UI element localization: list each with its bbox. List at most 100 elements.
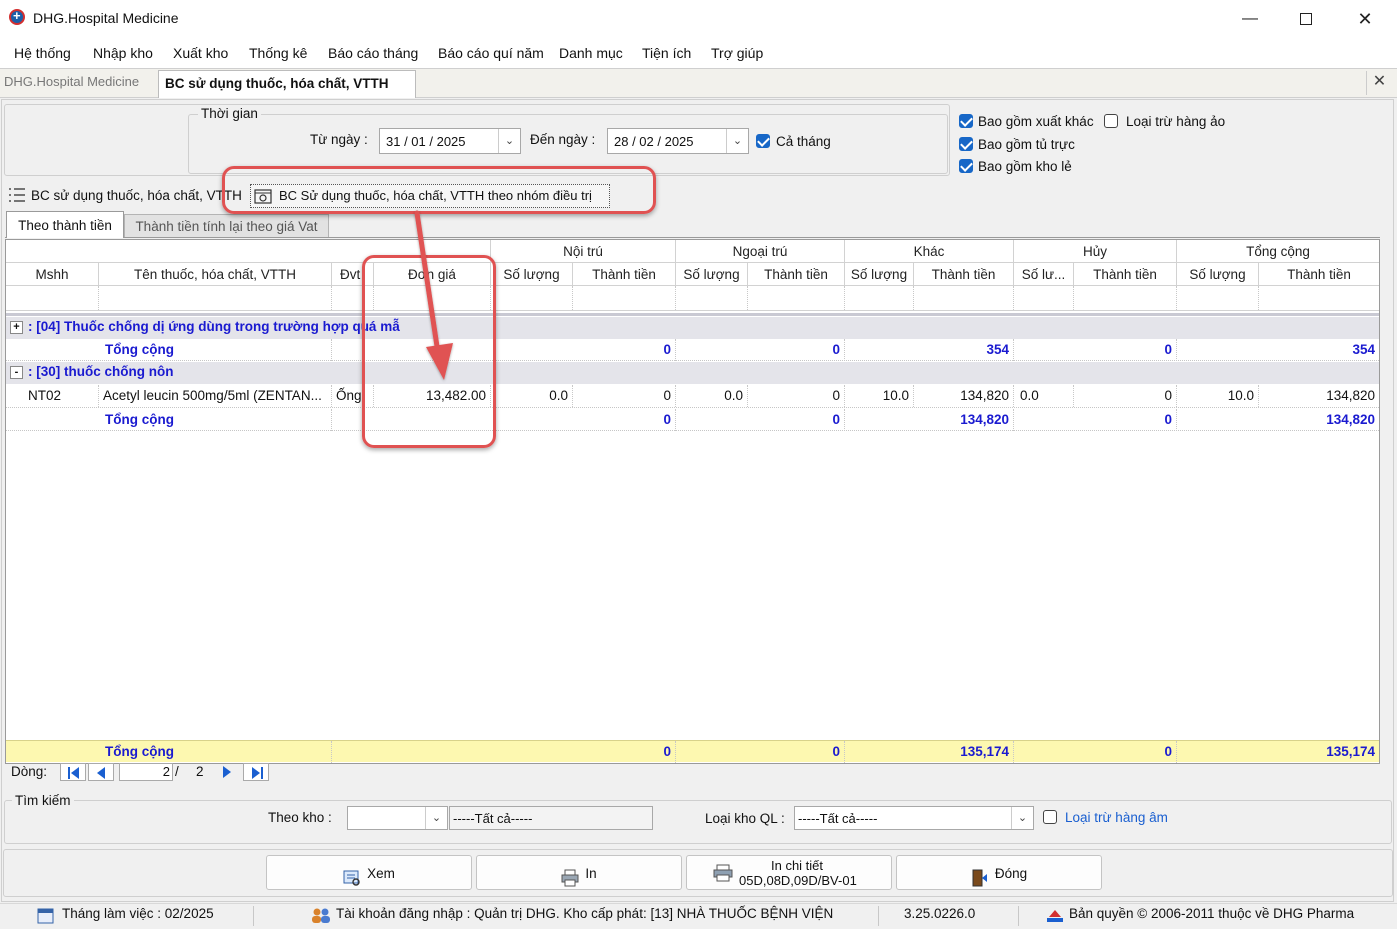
column-header-outpatient-qty[interactable]: Số lượng	[676, 263, 748, 286]
view-button-label: Xem	[367, 866, 395, 881]
chevron-down-icon[interactable]: ⌄	[1011, 807, 1033, 829]
company-logo-icon	[1046, 908, 1064, 924]
column-header-other-amount[interactable]: Thành tiền	[914, 263, 1014, 286]
chevron-down-icon[interactable]: ⌄	[726, 129, 748, 153]
from-date-label: Từ ngày :	[310, 132, 368, 147]
status-separator	[878, 906, 879, 926]
include-other-export-checkbox[interactable]	[959, 114, 973, 128]
next-page-icon[interactable]	[214, 763, 238, 781]
chevron-down-icon[interactable]: ⌄	[425, 807, 447, 829]
tab-by-amount[interactable]: Theo thành tiền	[6, 211, 124, 238]
column-header-code[interactable]: Mshh	[6, 263, 99, 286]
store-type-value: -----Tất cả-----	[798, 811, 878, 826]
calendar-icon	[37, 907, 55, 924]
view-report-icon	[343, 865, 361, 887]
print-detail-button[interactable]: In chi tiết 05D,08D,09D/BV-01	[686, 855, 892, 890]
column-header-outpatient-amount[interactable]: Thành tiền	[748, 263, 845, 286]
store-type-combo[interactable]: -----Tất cả----- ⌄	[794, 806, 1034, 830]
search-panel	[4, 800, 1392, 844]
collapse-icon[interactable]: -	[10, 366, 23, 379]
table-row[interactable]: NT02 Acetyl leucin 500mg/5ml (ZENTAN... …	[6, 385, 1379, 408]
pager-separator: /	[175, 764, 179, 779]
include-other-export-label: Bao gồm xuất khác	[978, 114, 1094, 129]
from-date-picker[interactable]: 31 / 01 / 2025 ⌄	[379, 128, 521, 154]
cell-other-amount: 134,820	[914, 385, 1014, 407]
cell-outpatient-amount: 0	[748, 385, 845, 407]
print-button[interactable]: In	[476, 855, 682, 890]
footer-other-amount: 135,174	[914, 741, 1014, 763]
close-window-button[interactable]: ✕	[1345, 6, 1385, 32]
pager-total: 2	[196, 764, 204, 779]
column-header-total-amount[interactable]: Thành tiền	[1259, 263, 1379, 286]
window-title: DHG.Hospital Medicine	[33, 10, 179, 26]
menu-item-system[interactable]: Hệ thống	[14, 45, 71, 61]
exclude-virtual-label: Loại trừ hàng ảo	[1126, 114, 1226, 129]
view-button[interactable]: Xem	[266, 855, 472, 890]
store-name-field: -----Tất cả-----	[449, 806, 653, 830]
chevron-down-icon[interactable]: ⌄	[498, 129, 520, 153]
footer-total-amount: 135,174	[1326, 744, 1375, 759]
column-header-cancel-qty[interactable]: Số lư...	[1014, 263, 1074, 286]
subtotal-cancel-amount: 0	[1074, 409, 1177, 431]
maximize-button[interactable]	[1286, 6, 1326, 32]
close-tab-icon[interactable]: ✕	[1366, 71, 1392, 95]
menu-item-catalog[interactable]: Danh mục	[559, 45, 623, 61]
version: 3.25.0226.0	[904, 906, 976, 921]
close-button[interactable]: Đóng	[896, 855, 1102, 890]
tab-underline	[5, 237, 1380, 238]
column-header-inpatient-qty[interactable]: Số lượng	[491, 263, 573, 286]
tab-report-active[interactable]: BC sử dụng thuốc, hóa chất, VTTH	[158, 70, 416, 98]
menu-item-import[interactable]: Nhập kho	[93, 45, 153, 61]
to-date-label: Đến ngày :	[530, 132, 596, 147]
column-header-total-qty[interactable]: Số lượng	[1177, 263, 1259, 286]
band-header-outpatient: Ngoại trú	[676, 240, 845, 263]
whole-month-checkbox[interactable]	[756, 134, 770, 148]
cell-cancel-qty: 0.0	[1014, 385, 1074, 407]
menu-item-monthly-report[interactable]: Báo cáo tháng	[328, 45, 418, 61]
menu-item-quarterly-report[interactable]: Báo cáo quí năm	[438, 45, 544, 61]
menu-item-statistics[interactable]: Thống kê	[249, 45, 307, 61]
printer-icon	[561, 865, 579, 887]
status-separator	[253, 906, 254, 926]
filter-row[interactable]	[6, 286, 1379, 311]
account-info: Tài khoản đăng nhập : Quản trị DHG. Kho …	[336, 906, 834, 921]
menu-item-utilities[interactable]: Tiện ích	[642, 45, 691, 61]
to-date-picker[interactable]: 28 / 02 / 2025 ⌄	[607, 128, 749, 154]
group-row[interactable]	[6, 362, 1379, 384]
status-separator	[1018, 906, 1019, 926]
tab-by-vat-price[interactable]: Thành tiền tính lại theo giá Vat	[124, 214, 329, 237]
include-duty-cabinet-label: Bao gồm tủ trực	[978, 137, 1075, 152]
subtotal-row: Tổng cộng 0 0 134,820 0 134,820	[6, 409, 1379, 431]
column-header-other-qty[interactable]: Số lượng	[845, 263, 914, 286]
store-filter-label: Theo kho :	[268, 810, 332, 825]
tab-home[interactable]: DHG.Hospital Medicine	[4, 74, 139, 89]
first-page-icon[interactable]	[60, 763, 86, 781]
cell-inpatient-qty: 0.0	[491, 385, 573, 407]
include-duty-cabinet-checkbox[interactable]	[959, 137, 973, 151]
page-input[interactable]: 2	[119, 763, 173, 781]
band-header-inpatient: Nội trú	[491, 240, 676, 263]
menu-item-export[interactable]: Xuất kho	[173, 45, 228, 61]
exclude-negative-checkbox[interactable]	[1043, 810, 1057, 824]
subtotal-label: Tổng cộng	[99, 339, 332, 361]
column-header-inpatient-amount[interactable]: Thành tiền	[573, 263, 676, 286]
footer-label: Tổng cộng	[99, 741, 332, 763]
menu-item-help[interactable]: Trợ giúp	[711, 45, 763, 61]
subtotal-inpatient-amount: 0	[573, 409, 676, 431]
band-header-other: Khác	[845, 240, 1014, 263]
prev-page-icon[interactable]	[88, 763, 114, 781]
printer-detail-icon	[713, 864, 733, 882]
subtotal-row: Tổng cộng 0 0 354 0 354	[6, 339, 1379, 361]
report-link-usage[interactable]: BC sử dụng thuốc, hóa chất, VTTH	[31, 188, 242, 203]
exclude-virtual-checkbox[interactable]	[1104, 114, 1118, 128]
expand-icon[interactable]: +	[10, 321, 23, 334]
working-month: Tháng làm việc : 02/2025	[62, 906, 214, 921]
column-header-cancel-amount[interactable]: Thành tiền	[1074, 263, 1177, 286]
store-code-combo[interactable]: ⌄	[347, 806, 448, 830]
column-header-name[interactable]: Tên thuốc, hóa chất, VTTH	[99, 263, 332, 286]
include-retail-store-checkbox[interactable]	[959, 159, 973, 173]
subtotal-total-amount: 134,820	[1326, 412, 1375, 427]
last-page-icon[interactable]	[243, 763, 269, 781]
cell-total-qty: 10.0	[1177, 385, 1259, 407]
minimize-button[interactable]: —	[1230, 6, 1270, 32]
